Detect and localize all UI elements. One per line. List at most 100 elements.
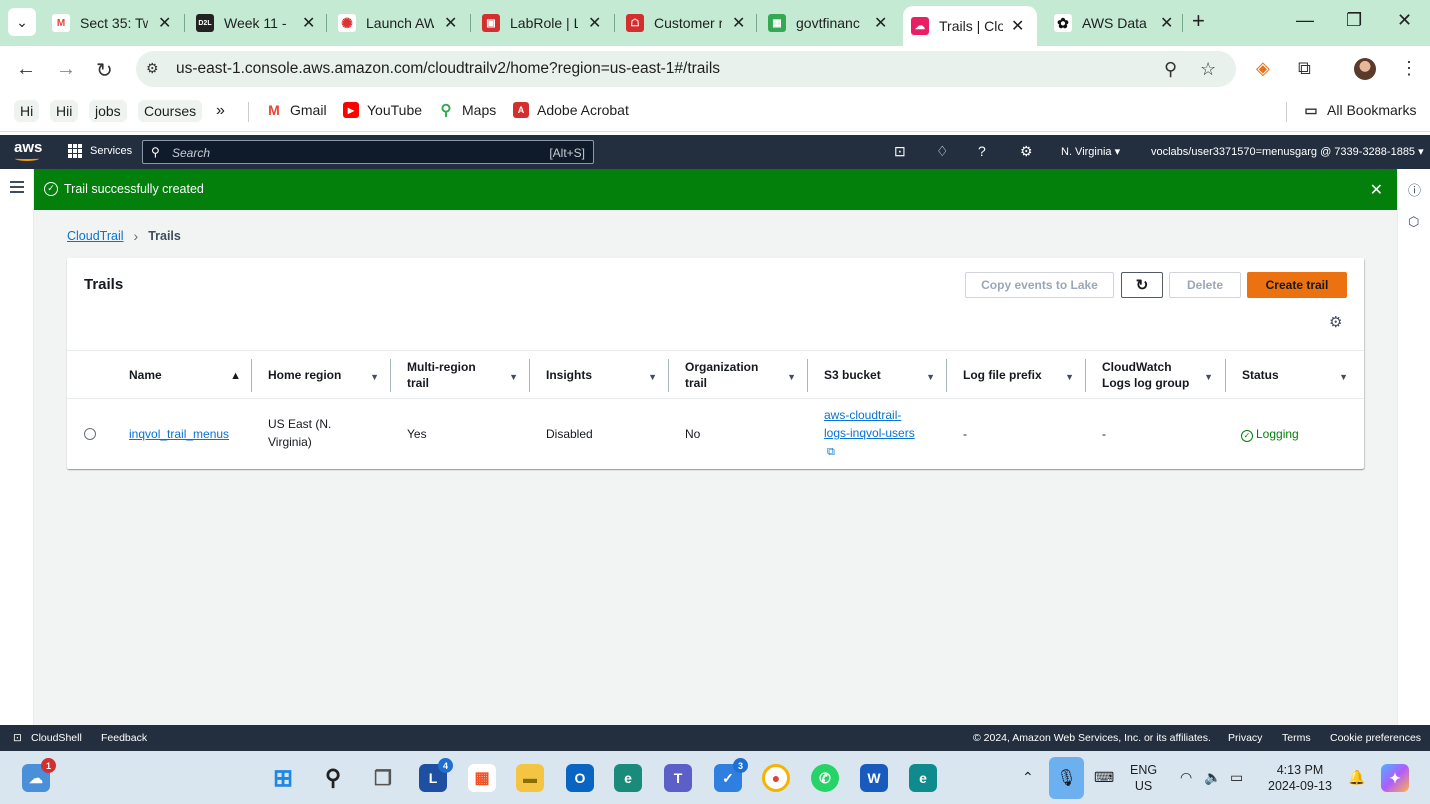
show-hidden-icons-chevron-icon[interactable]: ⌃ <box>1022 769 1034 786</box>
column-divider[interactable] <box>251 359 252 392</box>
tab-search-chevron-icon[interactable]: ⌄ <box>8 8 36 36</box>
browser-tab[interactable]: ✿ AWS Data ✕ <box>1054 8 1173 38</box>
l-app-icon[interactable]: L4 <box>419 758 453 792</box>
column-divider[interactable] <box>668 359 669 392</box>
edge-beta-icon[interactable]: e <box>909 764 937 792</box>
table-row[interactable]: inqvol_trail_menus US East (N. Virginia)… <box>67 399 1364 469</box>
microphone-icon[interactable]: 🎙 <box>1049 757 1084 799</box>
bookmark-chip[interactable]: Hi <box>14 100 40 122</box>
column-header-organization[interactable]: Organization trail ▼ <box>685 351 808 399</box>
windows-start-icon[interactable]: ⊞ <box>269 764 297 792</box>
cloudshell-icon[interactable]: ⊡ <box>894 143 906 160</box>
zoom-search-icon[interactable]: ⚲ <box>1164 59 1177 80</box>
close-window-icon[interactable]: ✕ <box>1397 10 1412 31</box>
wifi-icon[interactable]: ◠ <box>1180 769 1192 786</box>
battery-icon[interactable]: ▭ <box>1230 769 1243 786</box>
url-text[interactable]: us-east-1.console.aws.amazon.com/cloudtr… <box>176 60 720 78</box>
bookmarks-overflow-icon[interactable]: » <box>216 102 225 120</box>
delete-button[interactable]: Delete <box>1169 272 1241 298</box>
notifications-bell-icon[interactable]: 🔔 <box>1348 769 1365 786</box>
refresh-icon[interactable]: ↻ <box>1121 272 1163 298</box>
profile-avatar[interactable] <box>1354 58 1376 80</box>
aws-logo[interactable]: aws <box>14 139 42 156</box>
close-tab-icon[interactable]: ✕ <box>1011 16 1024 36</box>
volume-icon[interactable]: 🔈 <box>1204 769 1221 786</box>
account-menu[interactable]: voclabs/user3371570=menusgarg @ 7339-328… <box>1151 145 1424 158</box>
back-icon[interactable]: ← <box>16 58 36 81</box>
create-trail-button[interactable]: Create trail <box>1247 272 1347 298</box>
browser-tab[interactable]: D2L Week 11 - ✕ <box>196 8 315 38</box>
todo-icon[interactable]: ✓ 3 <box>714 758 748 792</box>
touch-keyboard-icon[interactable]: ⌨ <box>1094 769 1114 786</box>
column-header-multi-region[interactable]: Multi-region trail ▼ <box>407 351 530 399</box>
close-tab-icon[interactable]: ✕ <box>302 13 315 33</box>
row-select-radio[interactable] <box>84 428 96 440</box>
footer-terms-link[interactable]: Terms <box>1282 732 1311 744</box>
bookmark-maps[interactable]: ⚲ Maps <box>438 102 497 119</box>
microsoft-store-icon[interactable]: ▦ <box>468 764 496 792</box>
bookmark-youtube[interactable]: ▶ YouTube <box>343 102 422 118</box>
column-divider[interactable] <box>1225 359 1226 392</box>
close-tab-icon[interactable]: ✕ <box>1160 13 1173 33</box>
amazon-q-icon[interactable]: ⬡ <box>1408 214 1419 230</box>
column-divider[interactable] <box>390 359 391 392</box>
language-indicator[interactable]: ENG US <box>1130 762 1157 794</box>
close-tab-icon[interactable]: ✕ <box>588 13 601 33</box>
file-explorer-icon[interactable]: ▬ <box>516 764 544 792</box>
outlook-icon[interactable]: O <box>566 764 594 792</box>
minimize-icon[interactable]: — <box>1296 10 1314 31</box>
all-bookmarks[interactable]: ▭ All Bookmarks <box>1303 102 1416 119</box>
copilot-icon[interactable]: ✦ <box>1381 764 1409 792</box>
column-divider[interactable] <box>1085 359 1086 392</box>
forward-icon[interactable]: → <box>56 58 76 81</box>
column-header-status[interactable]: Status ▼ <box>1242 351 1360 399</box>
bookmark-adobe[interactable]: A Adobe Acrobat <box>513 102 629 118</box>
column-divider[interactable] <box>807 359 808 392</box>
task-view-icon[interactable]: ❐ <box>369 764 397 792</box>
footer-cookie-preferences-link[interactable]: Cookie preferences <box>1330 732 1421 744</box>
browser-tab-active[interactable]: ☁ Trails | Clo ✕ <box>903 6 1037 46</box>
s3-bucket-link[interactable]: aws-cloudtrail-logs-inqvol-users <box>824 408 915 440</box>
settings-gear-icon[interactable]: ⚙ <box>1020 143 1033 160</box>
breadcrumb-cloudtrail-link[interactable]: CloudTrail <box>67 229 124 243</box>
bookmark-chip[interactable]: Hii <box>50 100 79 122</box>
column-header-s3-bucket[interactable]: S3 bucket ▼ <box>824 351 947 399</box>
column-divider[interactable] <box>946 359 947 392</box>
aws-search-input[interactable]: ⚲ Search [Alt+S] <box>142 140 594 164</box>
bookmark-chip[interactable]: Courses <box>138 100 203 122</box>
extension-hat-icon[interactable]: ◈ <box>1256 58 1270 79</box>
dismiss-flash-icon[interactable]: ✕ <box>1370 180 1383 200</box>
bookmark-star-icon[interactable]: ☆ <box>1200 59 1216 80</box>
system-clock[interactable]: 4:13 PM 2024-09-13 <box>1268 762 1332 794</box>
close-tab-icon[interactable]: ✕ <box>732 13 745 33</box>
browser-tab[interactable]: ▦ govtfinanc ✕ <box>768 8 887 38</box>
services-menu[interactable]: Services <box>68 144 132 158</box>
external-link-icon[interactable]: ⧉ <box>827 443 835 461</box>
help-icon[interactable]: ? <box>978 143 986 159</box>
column-header-insights[interactable]: Insights ▼ <box>546 351 669 399</box>
close-tab-icon[interactable]: ✕ <box>158 13 171 33</box>
bookmark-gmail[interactable]: M Gmail <box>266 102 326 118</box>
info-icon[interactable]: ⓘ <box>1408 180 1421 199</box>
browser-tab[interactable]: ☖ Customer r ✕ <box>626 8 745 38</box>
address-bar[interactable]: ⚙ us-east-1.console.aws.amazon.com/cloud… <box>136 51 1236 87</box>
browser-tab[interactable]: ✺ Launch AW ✕ <box>338 8 457 38</box>
site-settings-icon[interactable]: ⚙ <box>146 60 164 78</box>
edge-icon[interactable]: e <box>614 764 642 792</box>
browser-menu-icon[interactable]: ⋮ <box>1400 58 1418 79</box>
column-header-log-prefix[interactable]: Log file prefix ▼ <box>963 351 1086 399</box>
column-header-cloudwatch[interactable]: CloudWatch Logs log group ▼ <box>1102 351 1225 399</box>
browser-tab[interactable]: ▣ LabRole | L ✕ <box>482 8 601 38</box>
browser-tab[interactable]: M Sect 35: Tw ✕ <box>52 8 171 38</box>
teams-icon[interactable]: T <box>664 764 692 792</box>
footer-feedback-link[interactable]: Feedback <box>101 732 147 744</box>
column-header-name[interactable]: Name ▲ <box>129 351 253 399</box>
table-preferences-gear-icon[interactable]: ⚙ <box>1329 313 1342 331</box>
column-divider[interactable] <box>529 359 530 392</box>
chrome-icon[interactable]: ● <box>762 764 790 792</box>
restore-icon[interactable]: ❐ <box>1346 10 1362 31</box>
copy-events-to-lake-button[interactable]: Copy events to Lake <box>965 272 1114 298</box>
close-tab-icon[interactable]: ✕ <box>874 13 887 33</box>
extensions-puzzle-icon[interactable]: ⧉ <box>1298 58 1311 79</box>
hamburger-menu-icon[interactable] <box>10 181 24 196</box>
